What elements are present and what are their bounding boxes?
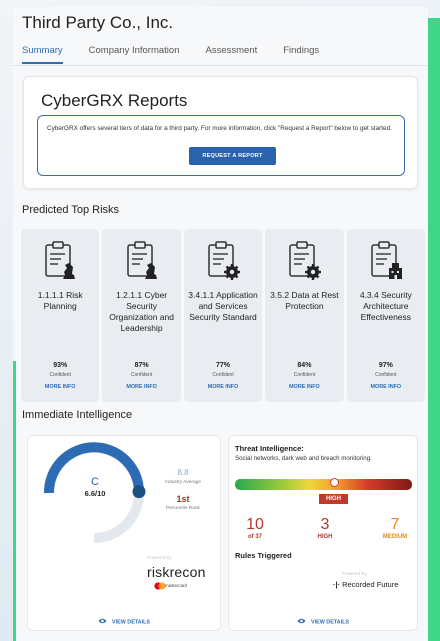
threat-stat-value: 3 (320, 516, 330, 533)
threat-stat-label: of 37 (247, 534, 262, 540)
risk-name: 4.3.4 Security Architecture Effectivenes… (359, 290, 412, 322)
page-title: Third Party Co., Inc. (22, 13, 174, 32)
risk-confidence: 93% (53, 362, 68, 369)
more-info-link[interactable]: MORE INFO (184, 384, 262, 390)
request-report-button[interactable]: REQUEST A REPORT (189, 147, 276, 165)
risk-card: 3.4.1.1 Application and Services Securit… (183, 229, 263, 402)
powered-by-label: Powered By (342, 571, 367, 576)
recorded-future-logo: ·|· Recorded Future (333, 580, 398, 589)
threat-stat-label: HIGH (317, 534, 333, 540)
powered-by-label: Powered By (147, 555, 172, 560)
percentile-rank-value: 1st (176, 494, 190, 504)
view-details-link[interactable]: VIEW DETAILS (28, 618, 220, 626)
tab-bar: Summary Company Information Assessment F… (22, 45, 319, 64)
score-grade: C (91, 476, 99, 488)
risk-confidence-label: Confident (49, 372, 71, 378)
risks-list: 1.1.1.1 Risk Planning 93% Confident MORE… (21, 229, 426, 402)
risk-confidence-label: Confident (375, 372, 397, 378)
threat-intelligence-title: Threat Intelligence: (235, 444, 304, 453)
reports-title: CyberGRX Reports (41, 91, 188, 110)
gauge-marker (132, 485, 146, 499)
accent-bar-left (13, 361, 16, 641)
threat-stat-label: MEDIUM (382, 534, 408, 540)
reports-description: CyberGRX offers several tiers of data fo… (47, 125, 392, 132)
risk-name: 3.5.2 Data at Rest Protection (270, 290, 339, 311)
risk-confidence-label: Confident (293, 372, 316, 378)
threat-level-label: HIGH (319, 494, 348, 504)
clipboard-chess-icon (125, 241, 159, 286)
score-value: 6.6/10 (84, 489, 106, 498)
reports-card: CyberGRX Reports CyberGRX offers several… (23, 76, 418, 189)
risk-confidence: 87% (134, 362, 149, 369)
threat-level-marker (330, 478, 339, 487)
threat-intelligence-subtitle: Social networks, dark web and breach mon… (235, 455, 372, 462)
risk-confidence: 97% (378, 362, 393, 369)
threat-stat-value: 10 (246, 516, 264, 533)
recorded-future-label: Recorded Future (342, 580, 399, 589)
risk-name: 3.4.1.1 Application and Services Securit… (188, 290, 258, 322)
threat-stat-value: 7 (390, 516, 400, 533)
rules-triggered-label: Rules Triggered (235, 551, 292, 560)
clipboard-chess-icon (43, 241, 77, 286)
percentile-rank-label: Percentile Rank (166, 506, 200, 511)
clipboard-building-icon (369, 241, 403, 286)
more-info-link[interactable]: MORE INFO (265, 384, 343, 390)
threat-stat: 10 of 37 (235, 516, 275, 540)
risk-card: 1.1.1.1 Risk Planning 93% Confident MORE… (21, 229, 100, 402)
risk-confidence: 77% (216, 362, 231, 369)
immediate-intelligence-title: Immediate Intelligence (22, 409, 133, 421)
tab-findings[interactable]: Findings (283, 45, 319, 64)
more-info-link[interactable]: MORE INFO (102, 384, 180, 390)
riskrecon-logo: riskrecon (147, 564, 206, 580)
view-details-label: VIEW DETAILS (311, 619, 349, 626)
mastercard-label: mastercard (165, 583, 187, 588)
main-panel: Third Party Co., Inc. Summary Company In… (13, 7, 428, 641)
reports-info-box: CyberGRX offers several tiers of data fo… (37, 115, 405, 176)
more-info-link[interactable]: MORE INFO (21, 384, 99, 390)
risk-confidence-label: Confident (130, 372, 153, 378)
risk-name: 1.1.1.1 Risk Planning (37, 290, 83, 311)
threat-level-bar (235, 479, 412, 490)
threat-stat: 7 MEDIUM (372, 516, 418, 540)
industry-average-value: 8.8 (177, 468, 189, 477)
tab-company-information[interactable]: Company Information (89, 45, 180, 64)
riskrecon-card: C 6.6/10 8.8 Industry Average 1st Percen… (27, 435, 221, 631)
threat-stat: 3 HIGH (305, 516, 345, 540)
view-details-label: VIEW DETAILS (112, 619, 150, 626)
recorded-future-mark-icon: ·|· (333, 580, 341, 589)
clipboard-gear-icon (206, 241, 241, 286)
tab-divider (13, 65, 428, 66)
risk-card: 4.3.4 Security Architecture Effectivenes… (346, 229, 426, 402)
risk-confidence-label: Confident (212, 372, 234, 378)
clipboard-gear-icon (287, 241, 322, 286)
risk-card: 1.2.1.1 Cyber Security Organization and … (102, 229, 181, 402)
risk-name: 1.2.1.1 Cyber Security Organization and … (109, 290, 174, 333)
risk-confidence: 84% (297, 362, 312, 369)
industry-average-label: Industry Average (165, 480, 201, 485)
predicted-risks-title: Predicted Top Risks (22, 204, 120, 216)
eye-icon (297, 618, 306, 626)
view-details-link[interactable]: VIEW DETAILS (229, 618, 417, 626)
tab-assessment[interactable]: Assessment (205, 45, 257, 64)
eye-icon (98, 618, 107, 626)
threat-intelligence-card: Threat Intelligence: Social networks, da… (228, 435, 418, 631)
more-info-link[interactable]: MORE INFO (347, 384, 425, 390)
tab-summary[interactable]: Summary (22, 45, 63, 64)
risk-card: 3.5.2 Data at Rest Protection 84% Confid… (265, 229, 344, 402)
